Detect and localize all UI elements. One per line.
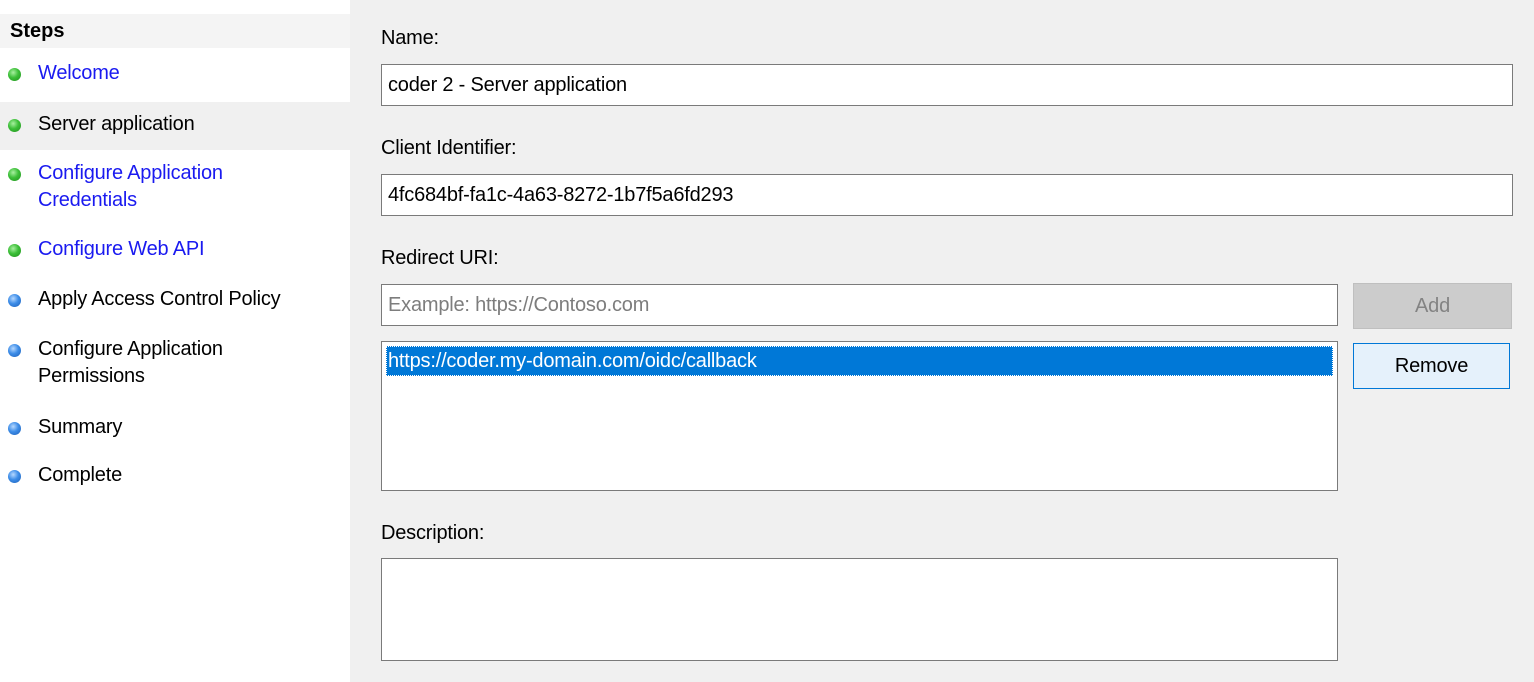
step-complete-icon <box>8 244 21 257</box>
add-button[interactable]: Add <box>1353 283 1512 329</box>
step-label-line: Credentials <box>38 189 137 211</box>
step-label-line: Configure Application <box>38 338 223 360</box>
server-application-form: Name: coder 2 - Server application Clien… <box>350 0 1534 682</box>
step-label: Server application <box>38 113 195 135</box>
redirect-uri-list[interactable]: https://coder.my-domain.com/oidc/callbac… <box>381 341 1338 491</box>
step-configure-application-credentials[interactable]: Configure Application Credentials <box>0 160 350 214</box>
remove-button[interactable]: Remove <box>1353 343 1510 389</box>
step-label: Apply Access Control Policy <box>38 288 281 310</box>
client-identifier-label: Client Identifier: <box>381 137 517 159</box>
step-label: Welcome <box>38 62 120 84</box>
description-label: Description: <box>381 522 485 544</box>
step-label: Summary <box>38 416 123 438</box>
client-identifier-field[interactable]: 4fc684bf-fa1c-4a63-8272-1b7f5a6fd293 <box>381 174 1513 216</box>
step-summary: Summary <box>0 414 350 441</box>
step-apply-access-control-policy: Apply Access Control Policy <box>0 286 350 313</box>
step-welcome[interactable]: Welcome <box>0 60 350 87</box>
step-label-line: Permissions <box>38 365 145 387</box>
step-label: Configure Application Credentials <box>38 160 223 214</box>
step-complete-icon <box>8 119 21 132</box>
step-complete: Complete <box>0 462 350 489</box>
steps-header: Steps <box>0 14 350 48</box>
description-field[interactable] <box>381 558 1338 661</box>
step-pending-icon <box>8 294 21 307</box>
step-complete-icon <box>8 68 21 81</box>
step-pending-icon <box>8 470 21 483</box>
step-configure-application-permissions: Configure Application Permissions <box>0 336 350 390</box>
step-server-application[interactable]: Server application <box>0 102 350 150</box>
step-label-line: Configure Application <box>38 162 223 184</box>
redirect-uri-label: Redirect URI: <box>381 247 499 269</box>
step-complete-icon <box>8 168 21 181</box>
name-field[interactable]: coder 2 - Server application <box>381 64 1513 106</box>
step-pending-icon <box>8 344 21 357</box>
redirect-uri-input[interactable]: Example: https://Contoso.com <box>381 284 1338 326</box>
steps-sidebar: Steps Welcome Server application Configu… <box>0 0 350 682</box>
step-label: Configure Application Permissions <box>38 336 223 390</box>
name-label: Name: <box>381 27 439 49</box>
step-pending-icon <box>8 422 21 435</box>
step-label: Configure Web API <box>38 238 205 260</box>
step-label: Complete <box>38 464 122 486</box>
step-configure-web-api[interactable]: Configure Web API <box>0 236 350 263</box>
redirect-uri-list-item[interactable]: https://coder.my-domain.com/oidc/callbac… <box>386 346 1333 376</box>
